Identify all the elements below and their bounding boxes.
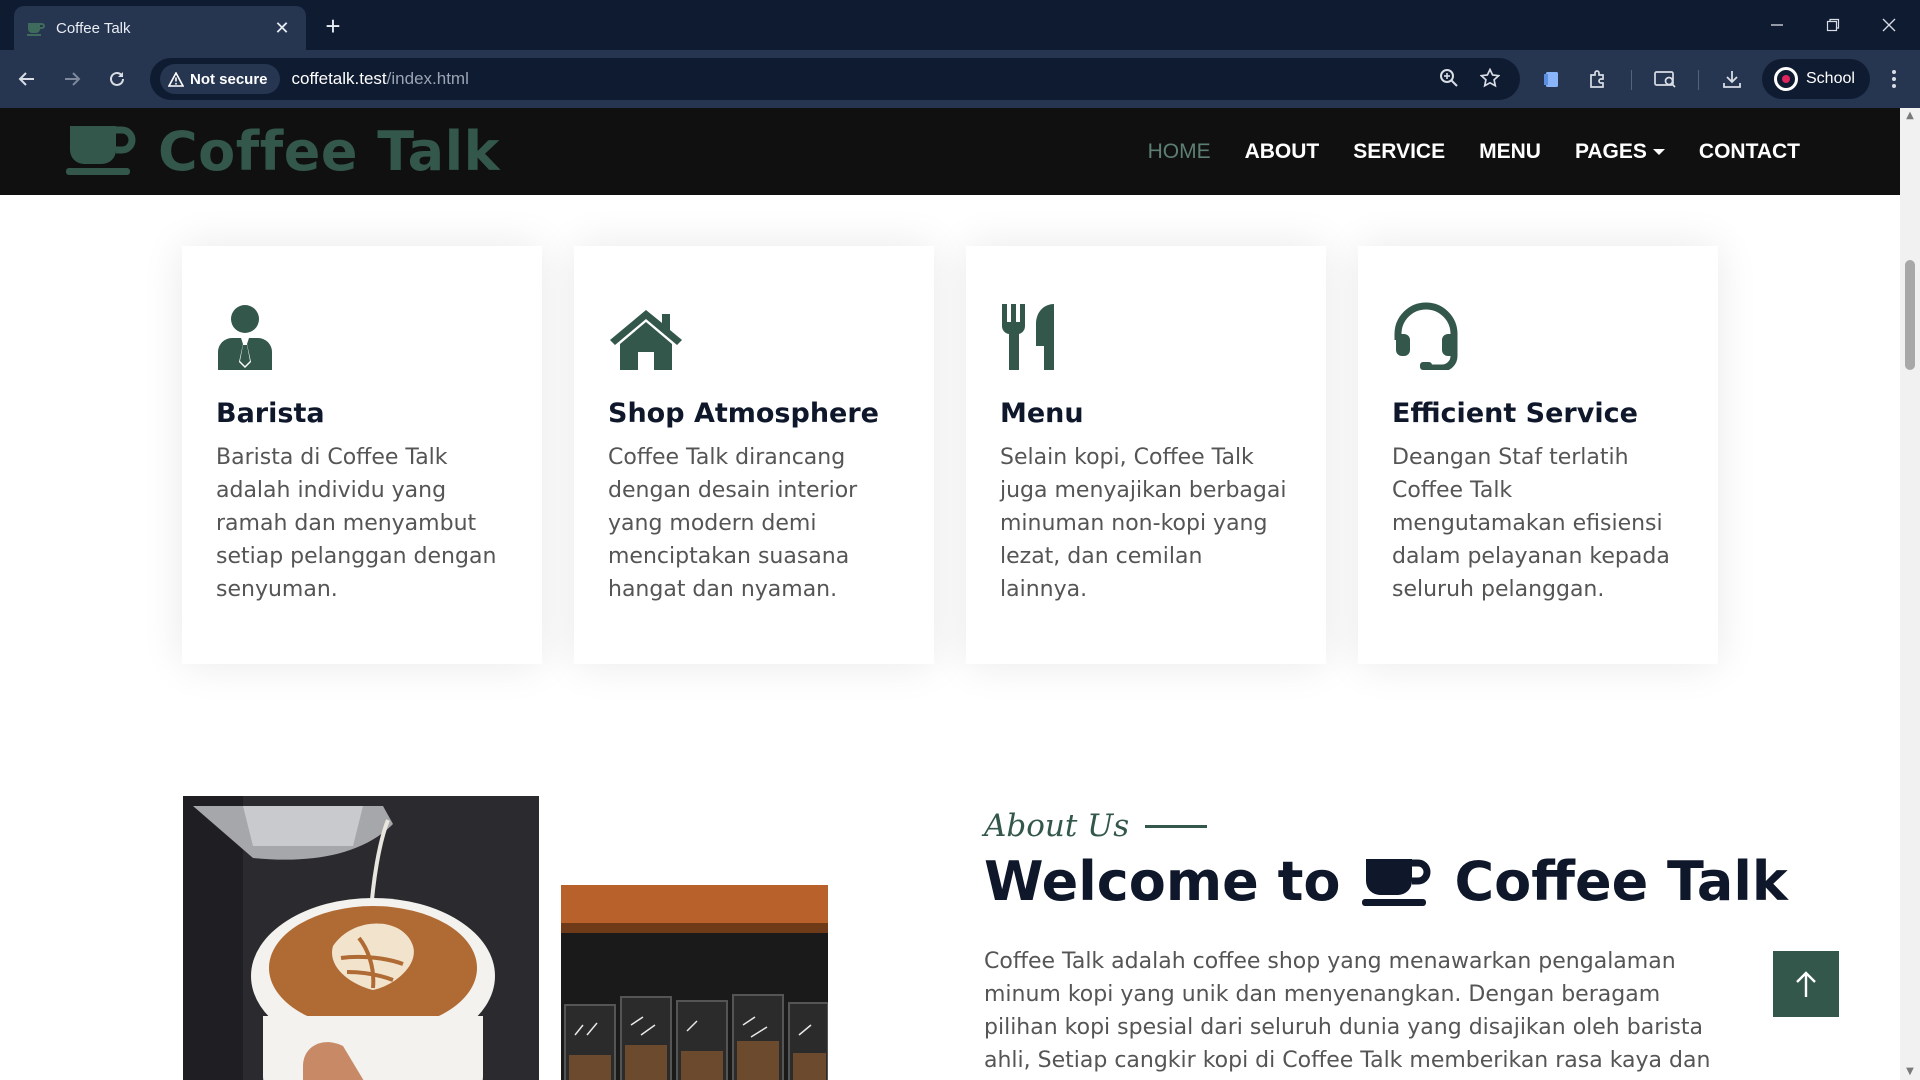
feature-title: Efficient Service (1392, 398, 1638, 429)
nav-pages-label: PAGES (1574, 139, 1647, 163)
browser-tab-active[interactable]: Coffee Talk ✕ (14, 6, 306, 50)
browser-toolbar: Not secure coffetalk.test/index.html Sch… (0, 50, 1920, 108)
toolbar-separator (1698, 70, 1699, 90)
feature-text: Barista di Coffee Talk adalah individu y… (216, 445, 497, 602)
brand-name: Coffee Talk (158, 120, 500, 183)
tab-title: Coffee Talk (56, 19, 131, 37)
close-window-button[interactable] (1866, 10, 1912, 40)
caret-down-icon (1652, 148, 1665, 155)
minimize-button[interactable] (1754, 10, 1800, 40)
reading-list-icon[interactable] (1538, 65, 1566, 93)
feature-title: Shop Atmosphere (608, 398, 879, 429)
feature-card: Menu Selain kopi, Coffee Talk juga menya… (966, 246, 1326, 664)
back-to-top-button[interactable] (1773, 951, 1839, 1017)
tab-close-icon[interactable]: ✕ (270, 18, 294, 39)
security-indicator[interactable]: Not secure (160, 64, 280, 94)
utensils-icon (1000, 298, 1292, 370)
more-menu-icon[interactable] (1880, 65, 1908, 93)
page-viewport: Coffee Talk HOME ABOUT SERVICE MENU PAGE… (0, 108, 1900, 1080)
nav-service[interactable]: SERVICE (1353, 140, 1445, 164)
scroll-down-arrow-icon[interactable]: ▼ (1904, 1066, 1916, 1078)
cast-search-icon[interactable] (1651, 65, 1679, 93)
profile-button[interactable]: School (1762, 59, 1870, 99)
about-title-prefix: Welcome to (984, 850, 1341, 913)
new-tab-button[interactable]: + (318, 12, 348, 42)
avatar (1774, 67, 1798, 91)
about-title-brand: Coffee Talk (1454, 850, 1788, 913)
user-tie-icon (216, 298, 508, 370)
security-label: Not secure (190, 70, 268, 88)
forward-button[interactable] (57, 64, 87, 94)
feature-card: Efficient Service Deangan Staf terlatih … (1358, 246, 1718, 664)
latte-art-photo (183, 796, 539, 1080)
coffee-cup-icon (1362, 857, 1432, 907)
site-navbar: Coffee Talk HOME ABOUT SERVICE MENU PAGE… (0, 108, 1900, 195)
zoom-icon[interactable] (1439, 68, 1461, 90)
coffee-cup-icon (66, 124, 136, 180)
coffee-favicon-icon (26, 18, 46, 38)
url-host: coffetalk.test (291, 69, 387, 88)
brand-logo[interactable]: Coffee Talk (66, 120, 500, 183)
about-body: Coffee Talk adalah coffee shop yang mena… (984, 949, 1711, 1073)
url-path: /index.html (386, 69, 469, 88)
feature-text: Coffee Talk dirancang dengan desain inte… (608, 445, 858, 602)
extensions-icon[interactable] (1584, 65, 1612, 93)
page-scrollbar[interactable]: ▲ ▼ (1900, 108, 1920, 1080)
back-button[interactable] (12, 64, 42, 94)
nav-contact[interactable]: CONTACT (1699, 140, 1800, 164)
scroll-up-arrow-icon[interactable]: ▲ (1904, 110, 1916, 122)
nav-about[interactable]: ABOUT (1245, 140, 1320, 164)
browser-tab-strip: Coffee Talk ✕ + (0, 0, 1920, 50)
about-eyebrow-label: About Us (984, 808, 1130, 844)
feature-card: Shop Atmosphere Coffee Talk dirancang de… (574, 246, 934, 664)
nav-home[interactable]: HOME (1148, 140, 1211, 164)
address-bar[interactable]: Not secure coffetalk.test/index.html (150, 58, 1520, 100)
reload-button[interactable] (102, 64, 132, 94)
toolbar-separator (1631, 70, 1632, 90)
feature-title: Barista (216, 398, 325, 429)
nav-menu[interactable]: MENU (1479, 140, 1541, 164)
eyebrow-divider (1145, 824, 1208, 828)
feature-card: Barista Barista di Coffee Talk adalah in… (182, 246, 542, 664)
about-eyebrow: About Us (984, 808, 1724, 844)
main-nav: HOME ABOUT SERVICE MENU PAGES CONTACT (1114, 108, 1800, 195)
about-section: About Us Welcome to Coffee Talk Coffee T… (984, 808, 1788, 1077)
scroll-thumb[interactable] (1905, 260, 1915, 370)
url-text[interactable]: coffetalk.test/index.html (292, 69, 469, 89)
bookmark-star-icon[interactable] (1479, 67, 1502, 90)
nav-pages-dropdown[interactable]: PAGES (1575, 140, 1665, 164)
feature-text: Selain kopi, Coffee Talk juga menyajikan… (1000, 445, 1287, 602)
coffee-jars-photo (561, 885, 828, 1080)
feature-title: Menu (1000, 398, 1084, 429)
profile-label: School (1806, 70, 1855, 87)
headset-icon (1392, 298, 1684, 370)
home-icon (608, 298, 900, 370)
download-icon[interactable] (1718, 65, 1746, 93)
warning-icon (168, 71, 184, 87)
restore-button[interactable] (1810, 10, 1856, 40)
about-title: Welcome to Coffee Talk (984, 850, 1788, 913)
feature-text: Deangan Staf terlatih Coffee Talk mengut… (1392, 445, 1670, 602)
features-section: Barista Barista di Coffee Talk adalah in… (182, 246, 1750, 664)
arrow-up-icon (1796, 971, 1816, 997)
